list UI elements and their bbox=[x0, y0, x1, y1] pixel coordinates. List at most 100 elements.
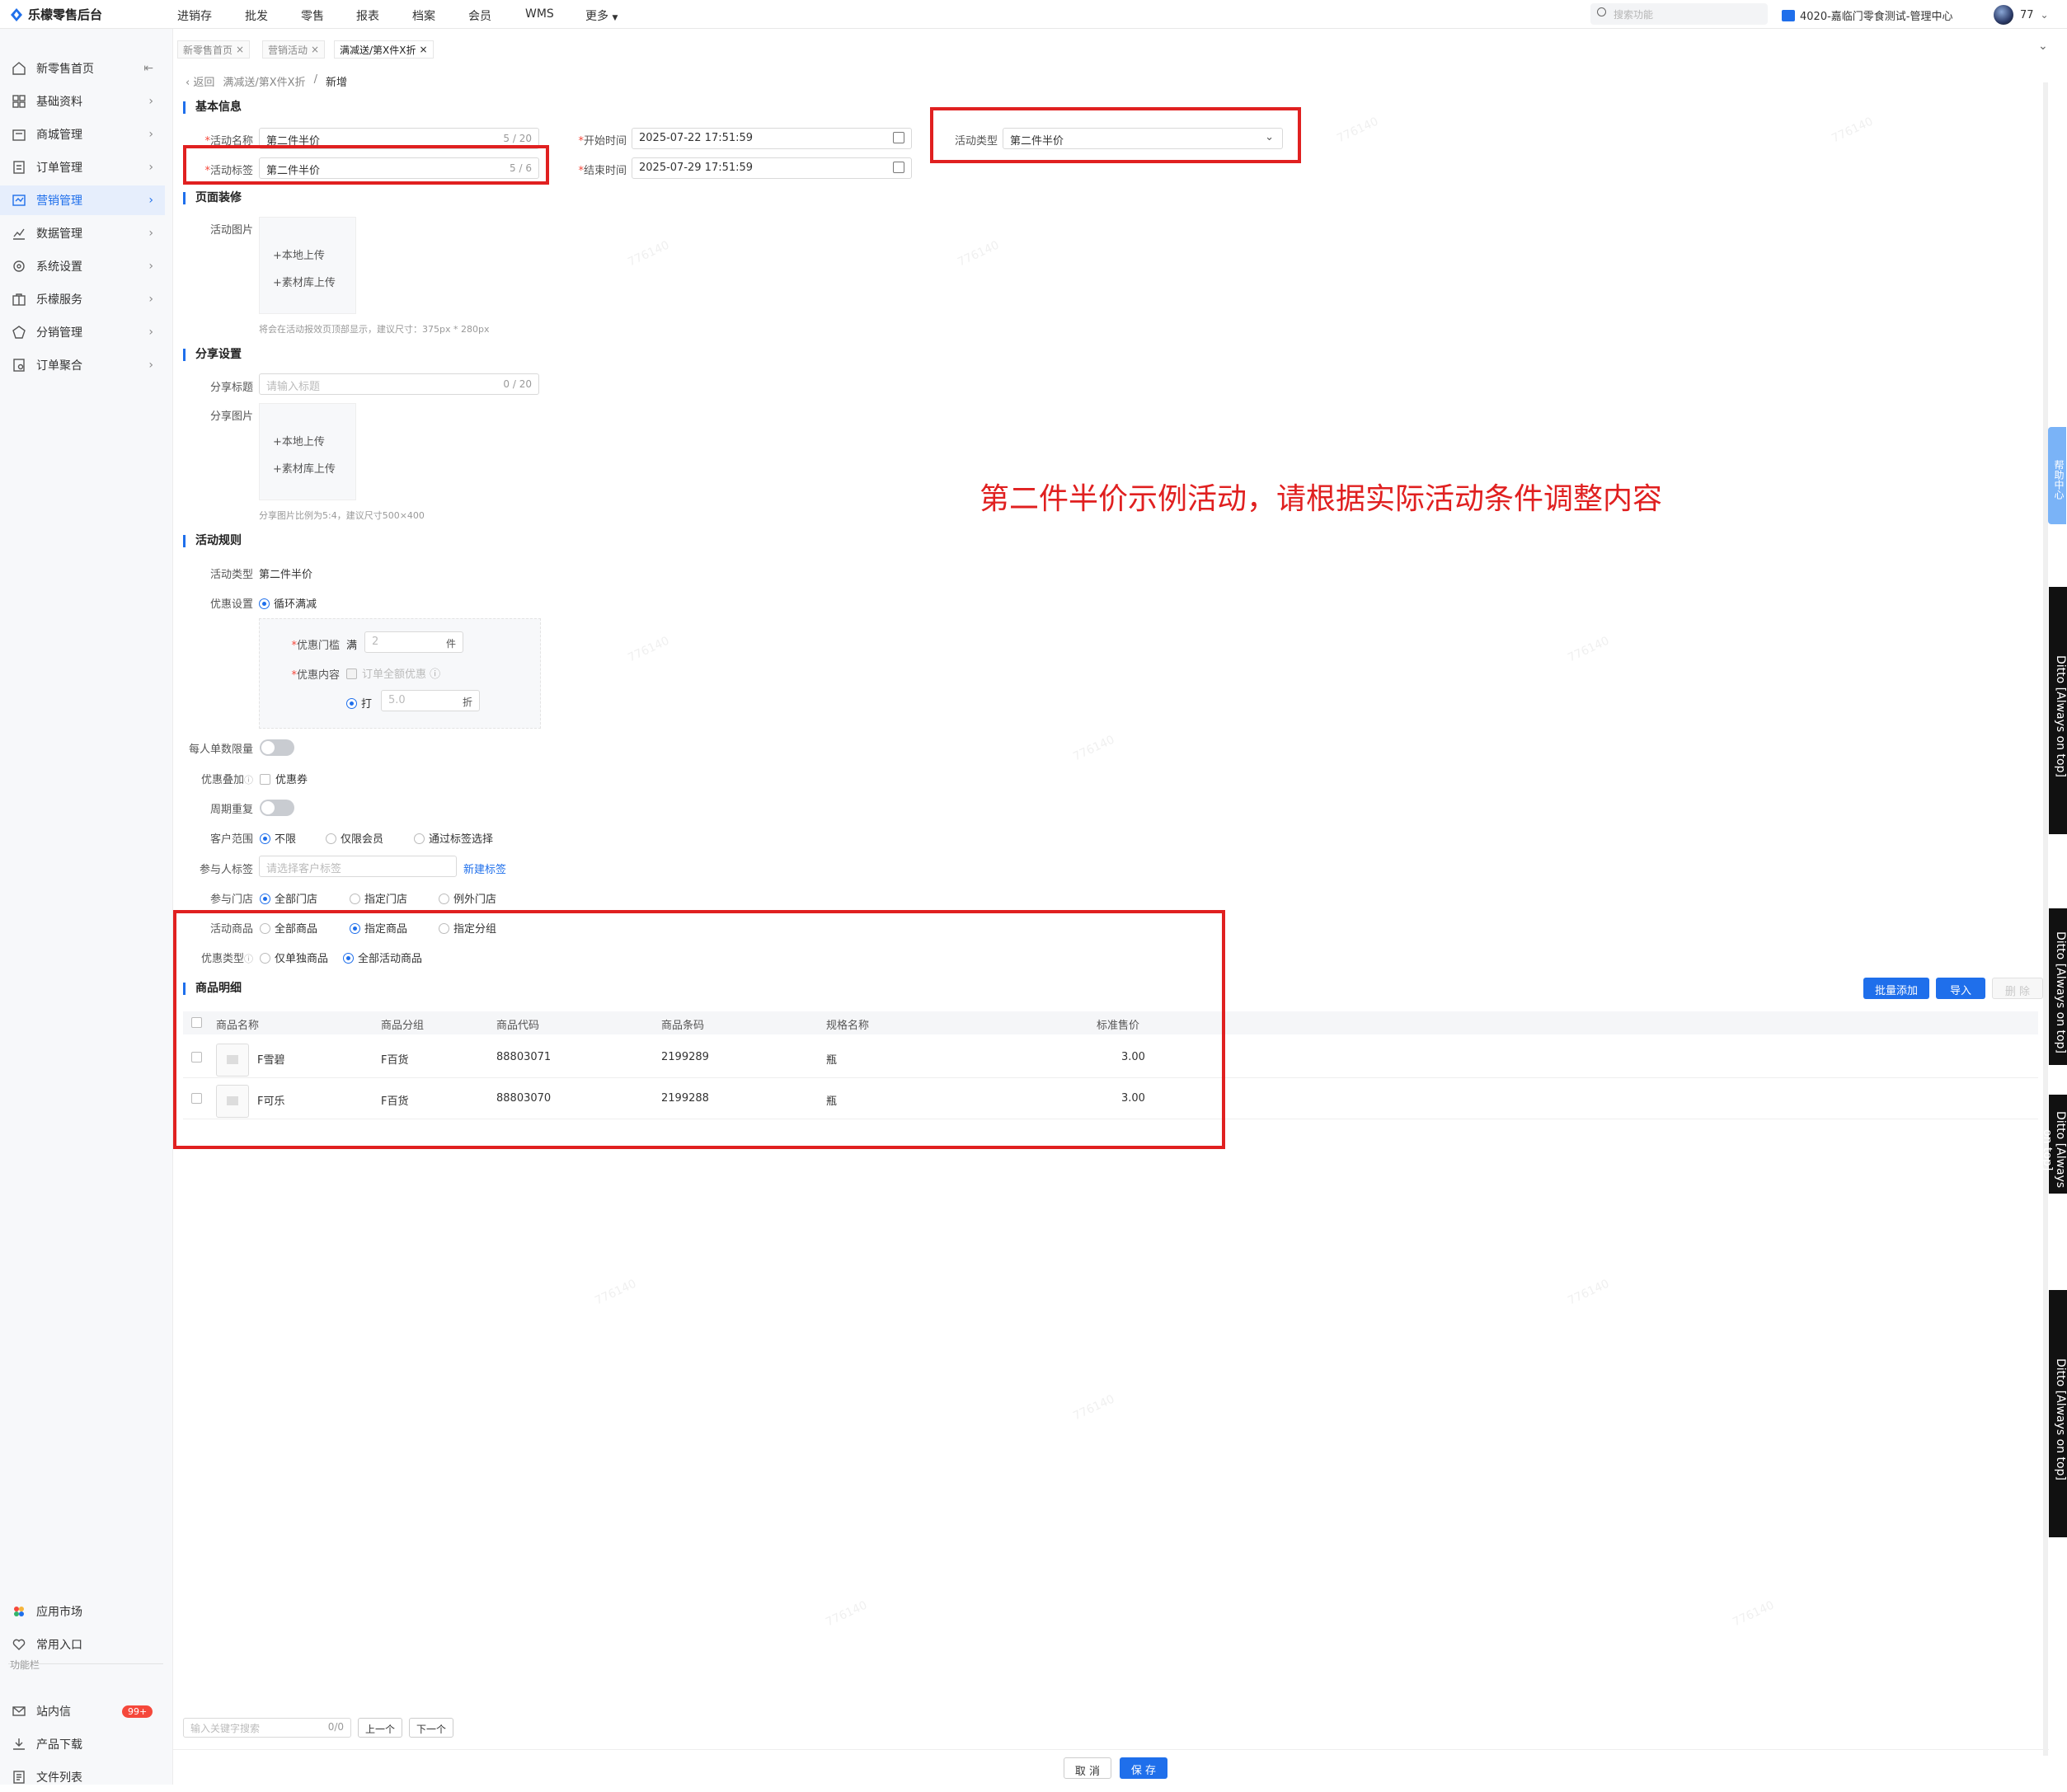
sidebar-item-service[interactable]: 乐檬服务 › bbox=[0, 284, 165, 314]
sidebar-item-files[interactable]: 文件列表 bbox=[0, 1762, 165, 1792]
store-option-all[interactable]: 全部门店 bbox=[260, 890, 317, 906]
heart-icon bbox=[12, 1639, 26, 1650]
section-rules: 活动规则 bbox=[183, 535, 242, 547]
sidebar-item-app-market[interactable]: 应用市场 bbox=[0, 1597, 165, 1626]
chevron-right-icon: › bbox=[148, 161, 153, 174]
breadcrumb-parent[interactable]: 满减送/第X件X折 bbox=[223, 73, 305, 89]
topnav-item[interactable]: 批发 bbox=[245, 7, 268, 24]
highlight-box-type bbox=[930, 107, 1301, 163]
topnav-item[interactable]: 档案 bbox=[412, 7, 435, 24]
customer-option-member[interactable]: 仅限会员 bbox=[326, 830, 383, 846]
watermark: 776140 bbox=[1071, 733, 1117, 764]
tab-current[interactable]: 满减送/第X件X折 × bbox=[334, 40, 434, 59]
ditto-window[interactable]: Ditto [Always on top] bbox=[2041, 1095, 2067, 1194]
upload-library-button[interactable]: +素材库上传 bbox=[273, 270, 355, 297]
sidebar-item-download[interactable]: 产品下载 bbox=[0, 1729, 165, 1759]
collapse-sidebar-icon[interactable]: ⇤ bbox=[143, 62, 153, 75]
topnav-item[interactable]: 零售 bbox=[301, 7, 324, 24]
sidebar-item-basic-data[interactable]: 基础资料 › bbox=[0, 87, 165, 116]
user-menu[interactable]: 77 ⌄ bbox=[1994, 5, 2049, 25]
activity-image-upload[interactable]: +本地上传 +素材库上传 bbox=[259, 217, 356, 314]
avatar bbox=[1994, 5, 2013, 25]
sidebar-item-label: 营销管理 bbox=[36, 195, 82, 208]
batch-add-button[interactable]: 批量添加 bbox=[1863, 978, 1929, 999]
upload-library-button[interactable]: +素材库上传 bbox=[273, 456, 355, 483]
highlight-box-tag bbox=[183, 145, 549, 185]
sidebar-item-marketing[interactable]: 营销管理 › bbox=[0, 185, 165, 215]
app-logo[interactable]: 乐檬零售后台 bbox=[10, 6, 102, 23]
share-title-input[interactable]: 请输入标题 0 / 20 bbox=[259, 373, 539, 395]
scrollbar[interactable] bbox=[2043, 82, 2048, 1756]
sidebar-item-aggregate[interactable]: 订单聚合 › bbox=[0, 350, 165, 380]
close-icon[interactable]: × bbox=[420, 44, 428, 55]
tab-marketing[interactable]: 营销活动 × bbox=[262, 40, 326, 59]
calendar-icon bbox=[893, 132, 904, 143]
sidebar-item-data[interactable]: 数据管理 › bbox=[0, 218, 165, 248]
stack-coupon-checkbox[interactable]: 优惠券 bbox=[260, 771, 308, 786]
share-image-upload[interactable]: +本地上传 +素材库上传 bbox=[259, 403, 356, 500]
sidebar-item-distribution[interactable]: 分销管理 › bbox=[0, 317, 165, 347]
new-tag-link[interactable]: 新建标签 bbox=[463, 861, 506, 876]
save-button[interactable]: 保 存 bbox=[1120, 1757, 1167, 1779]
upload-local-button[interactable]: +本地上传 bbox=[273, 242, 355, 270]
section-label: 功能栏 bbox=[10, 1659, 40, 1671]
threshold-input[interactable]: 2件 bbox=[364, 631, 463, 653]
tabs-dropdown-icon[interactable]: ⌄ bbox=[2038, 40, 2048, 53]
close-icon[interactable]: × bbox=[236, 44, 244, 55]
radio-label: 打 bbox=[361, 698, 373, 711]
customer-option-tag[interactable]: 通过标签选择 bbox=[414, 830, 493, 846]
sidebar-item-label: 应用市场 bbox=[36, 1606, 82, 1619]
discount-input[interactable]: 5.0 折 bbox=[381, 690, 480, 711]
sidebar-item-messages[interactable]: 站内信 99+ bbox=[0, 1696, 165, 1726]
input-value: 2 bbox=[372, 636, 379, 648]
end-time-picker[interactable]: 2025-07-29 17:51:59 bbox=[632, 157, 912, 179]
chevron-right-icon: › bbox=[148, 95, 153, 108]
sidebar-item-orders[interactable]: 订单管理 › bbox=[0, 152, 165, 182]
share-title-label: 分享标题 bbox=[209, 382, 253, 394]
breadcrumb-sep: / bbox=[313, 73, 317, 86]
search-placeholder: 搜索功能 bbox=[1614, 9, 1654, 21]
cancel-button[interactable]: 取 消 bbox=[1064, 1757, 1111, 1779]
ditto-window[interactable]: Ditto [Always on top] bbox=[2049, 908, 2067, 1065]
ditto-window[interactable]: Ditto [Always on top] bbox=[2049, 1290, 2067, 1537]
store-switcher[interactable]: 4020-嘉临门零食测试-管理中心 bbox=[1782, 7, 1952, 23]
topnav-more[interactable]: 更多 ▼ bbox=[585, 7, 618, 24]
find-prev-button[interactable]: 上一个 bbox=[358, 1718, 402, 1738]
import-button[interactable]: 导入 bbox=[1936, 978, 1985, 999]
topnav-item[interactable]: 会员 bbox=[468, 7, 491, 24]
discount-setting-label: 优惠设置 bbox=[209, 598, 253, 611]
store-name: 4020-嘉临门零食测试-管理中心 bbox=[1800, 11, 1953, 23]
info-icon: ⓘ bbox=[430, 668, 441, 681]
store-option-specific[interactable]: 指定门店 bbox=[350, 890, 407, 906]
topnav-item[interactable]: WMS bbox=[525, 7, 554, 21]
sidebar-item-favorites[interactable]: 常用入口 bbox=[0, 1630, 165, 1659]
topnav-item[interactable]: 报表 bbox=[356, 7, 379, 24]
topnav-item[interactable]: 进销存 bbox=[177, 7, 212, 24]
delete-button[interactable]: 删 除 bbox=[1992, 978, 2043, 999]
participant-tag-select[interactable]: 请选择客户标签 bbox=[259, 856, 457, 877]
sidebar-item-mall[interactable]: 商城管理 › bbox=[0, 120, 165, 149]
per-order-limit-toggle[interactable] bbox=[260, 739, 294, 756]
start-time-picker[interactable]: 2025-07-22 17:51:59 bbox=[632, 128, 912, 149]
search-input[interactable]: 搜索功能 bbox=[1590, 3, 1768, 25]
highlight-box-goods bbox=[173, 910, 1225, 1149]
close-icon[interactable]: × bbox=[311, 44, 319, 55]
chevron-right-icon: › bbox=[148, 227, 153, 240]
ditto-window[interactable]: Ditto [Always on top] bbox=[2049, 587, 2067, 834]
tab-home[interactable]: 新零售首页 × bbox=[177, 40, 251, 59]
app-market-icon bbox=[14, 1607, 24, 1616]
upload-local-button[interactable]: +本地上传 bbox=[273, 429, 355, 456]
find-next-button[interactable]: 下一个 bbox=[409, 1718, 453, 1738]
cycle-toggle[interactable] bbox=[260, 800, 294, 816]
find-input[interactable]: 输入关键字搜索 0/0 bbox=[183, 1718, 351, 1738]
sidebar-item-home[interactable]: 新零售首页 ⇤ bbox=[0, 54, 165, 83]
back-link[interactable]: ‹ 返回 bbox=[186, 73, 214, 89]
store-option-exclude[interactable]: 例外门店 bbox=[439, 890, 496, 906]
discount-radio[interactable]: 打 bbox=[346, 695, 372, 711]
help-center-tab[interactable]: 帮助中心 bbox=[2048, 427, 2066, 524]
discount-setting-radio[interactable]: 循环满减 bbox=[259, 595, 317, 611]
label-text: 优惠内容 bbox=[296, 669, 340, 682]
customer-option-all[interactable]: 不限 bbox=[260, 830, 296, 846]
full-order-checkbox[interactable]: 订单全额优惠 ⓘ bbox=[346, 665, 440, 681]
sidebar-item-settings[interactable]: 系统设置 › bbox=[0, 251, 165, 281]
